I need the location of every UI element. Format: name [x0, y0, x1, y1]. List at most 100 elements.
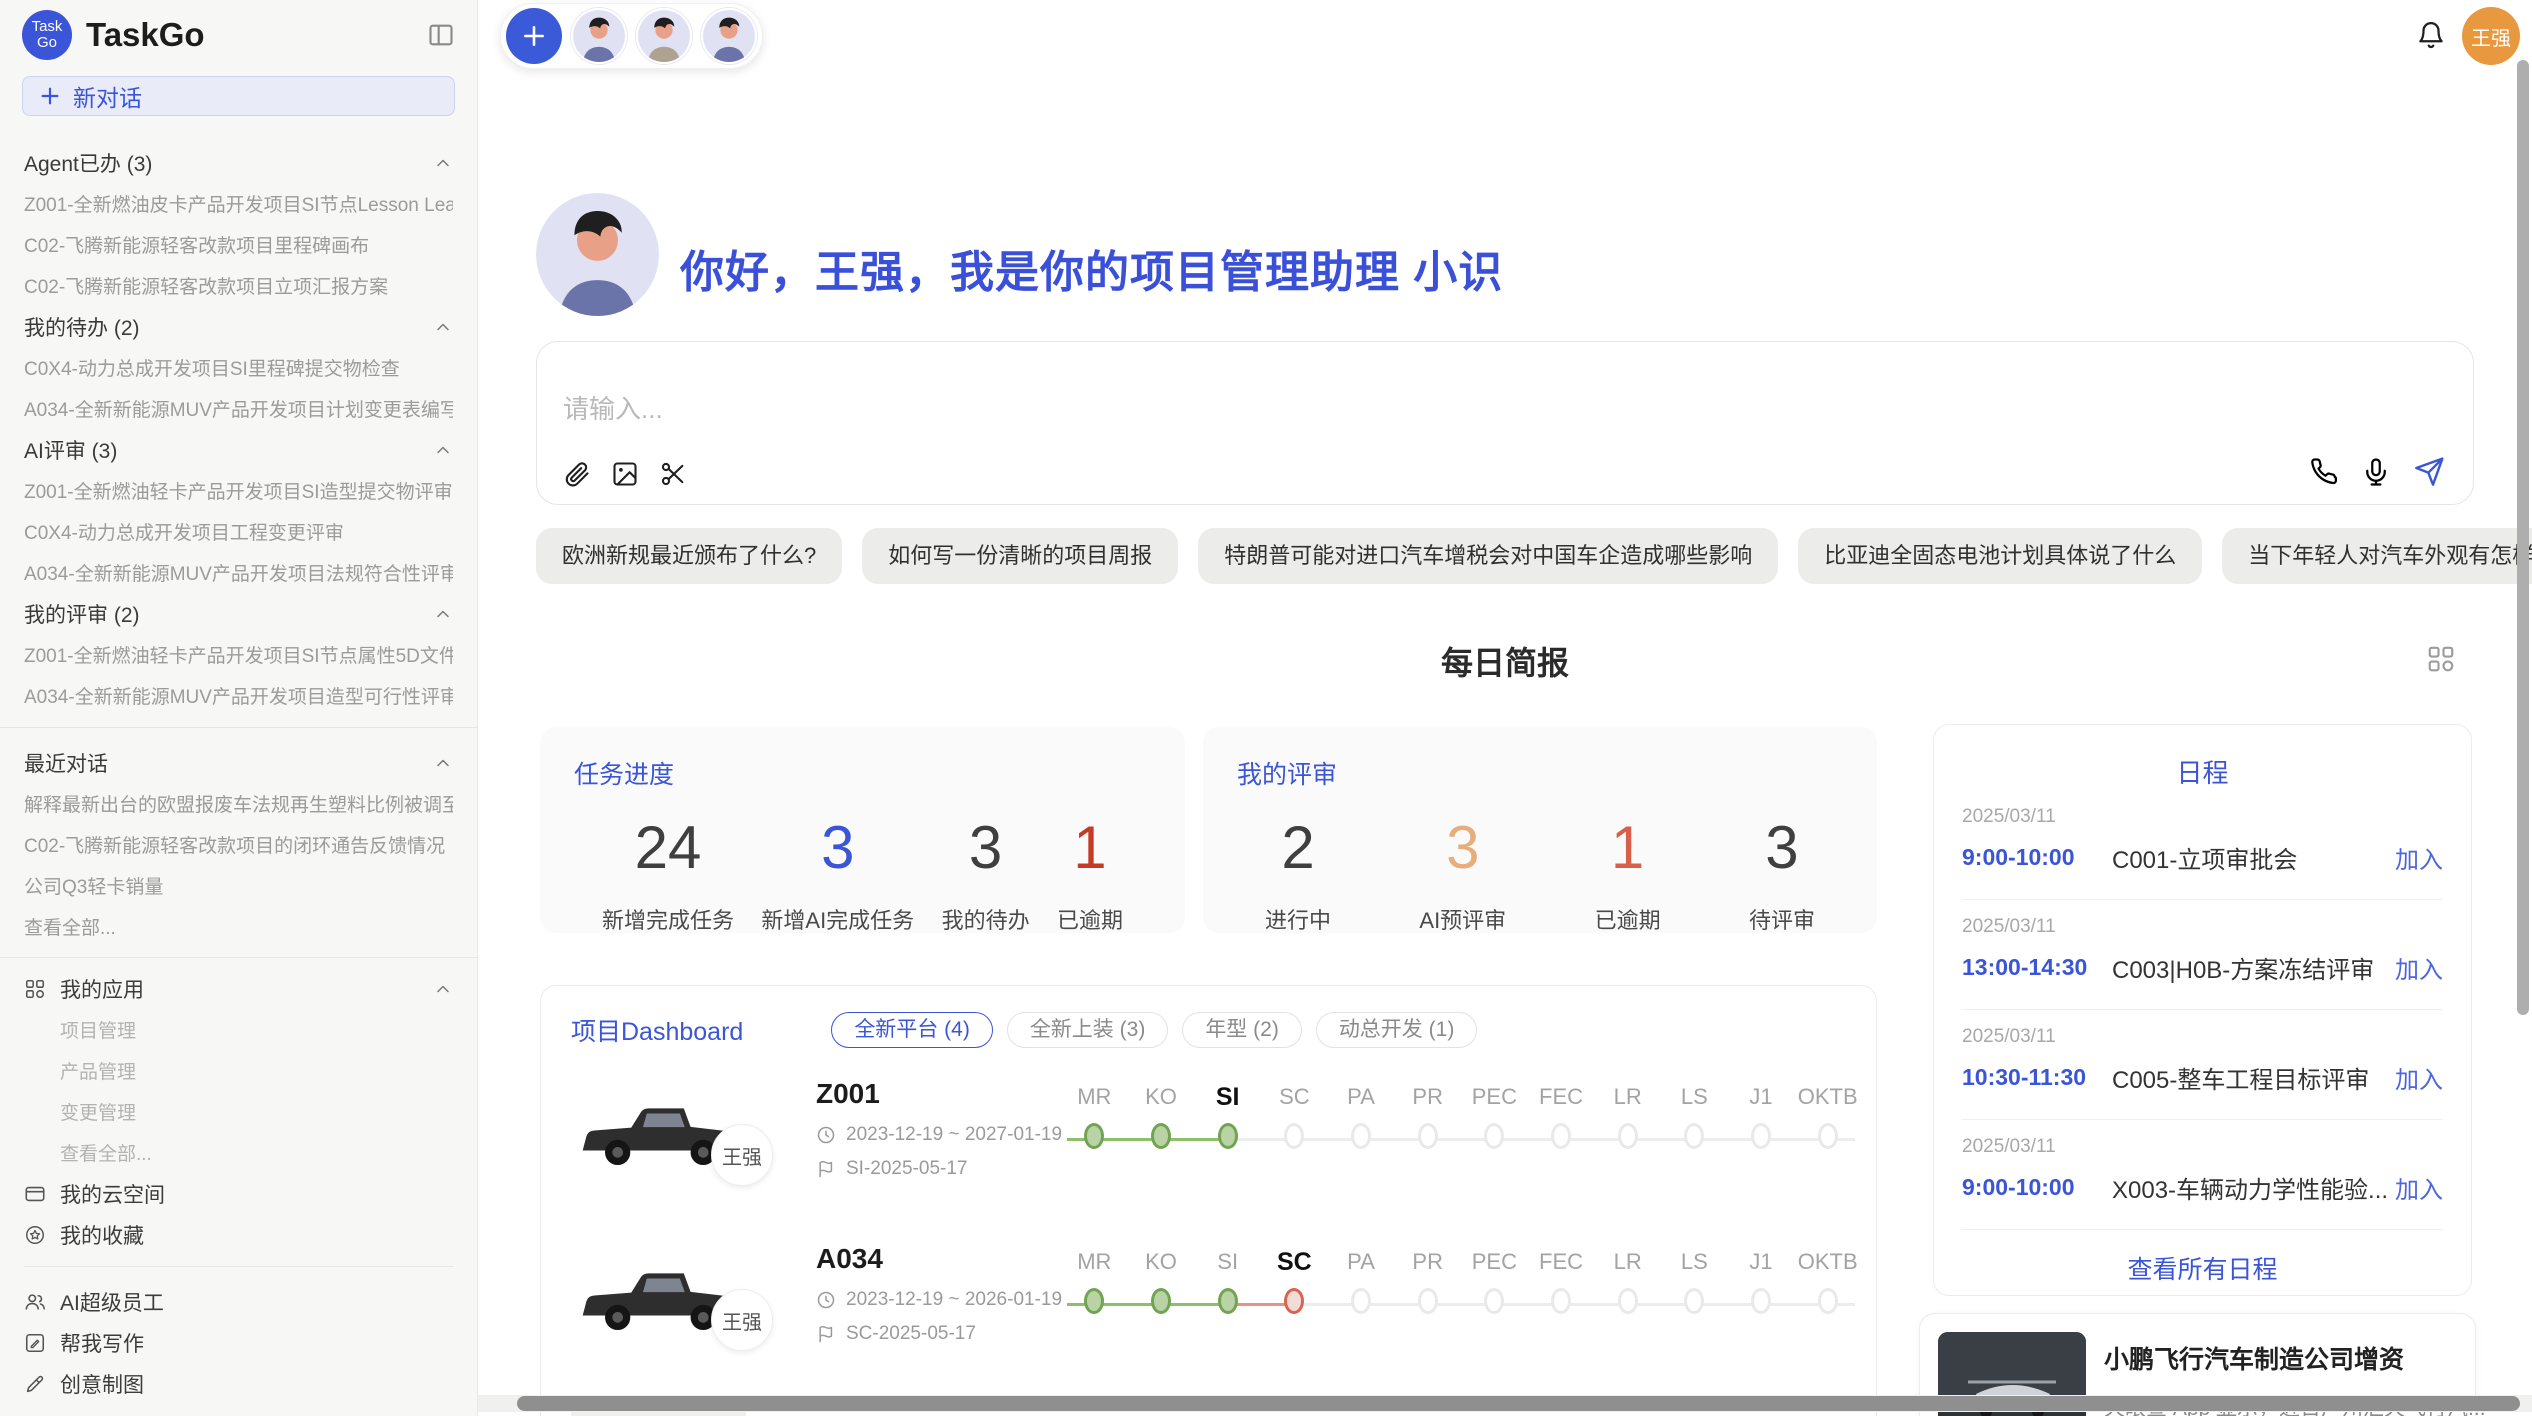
- sidebar-item-cloud-space[interactable]: 我的云空间: [24, 1173, 453, 1214]
- milestone-node: [1084, 1288, 1104, 1314]
- voice-call-icon[interactable]: [2309, 457, 2339, 487]
- suggestion-chips: 欧洲新规最近颁布了什么? 如何写一份清晰的项目周报 特朗普可能对进口汽车增税会对…: [536, 528, 2532, 584]
- new-chat-button[interactable]: 新对话: [22, 76, 455, 116]
- agent-avatar[interactable]: [701, 8, 757, 64]
- pen-icon: [24, 1373, 46, 1395]
- suggestion-chip[interactable]: 当下年轻人对汽车外观有怎样的喜好趋势: [2222, 528, 2532, 584]
- stat-review-overdue: 1 已逾期: [1595, 815, 1661, 935]
- tab-new-platform[interactable]: 全新平台 (4): [831, 1012, 993, 1048]
- add-agent-button[interactable]: [506, 8, 562, 64]
- task-item[interactable]: C0X4-动力总成开发项目工程变更评审: [24, 511, 453, 552]
- suggestion-chip[interactable]: 欧洲新规最近颁布了什么?: [536, 528, 842, 584]
- milestone-ls: LS: [1661, 1082, 1728, 1149]
- milestone-node: [1618, 1123, 1638, 1149]
- insert-image-icon[interactable]: [611, 460, 639, 488]
- notification-bell-icon[interactable]: [2416, 20, 2446, 50]
- project-row[interactable]: 王强 Z001 2023-12-19 ~ 2027-01-19 SI-2025-…: [569, 1072, 1848, 1227]
- project-owner-avatar: 王强: [711, 1289, 773, 1351]
- recent-chat-item[interactable]: 公司Q3轻卡销量: [24, 865, 453, 906]
- horizontal-scrollbar[interactable]: [517, 1396, 2520, 1411]
- task-item[interactable]: C02-飞腾新能源轻客改款项目立项汇报方案: [24, 265, 453, 306]
- recent-chat-item[interactable]: C02-飞腾新能源轻客改款项目的闭环通告反馈情况: [24, 824, 453, 865]
- agent-avatar[interactable]: [571, 8, 627, 64]
- task-item[interactable]: A034-全新新能源MUV产品开发项目法规符合性评审: [24, 552, 453, 593]
- project-row[interactable]: 王强 A034 2023-12-19 ~ 2026-01-19 SC-2025-…: [569, 1237, 1848, 1392]
- schedule-item: 2025/03/11 9:00-10:00 X003-车辆动力学性能验... 加…: [1962, 1120, 2443, 1230]
- app-item-change-mgmt[interactable]: 变更管理: [24, 1091, 453, 1132]
- sidebar-item-help-write[interactable]: 帮我写作: [24, 1322, 453, 1363]
- schedule-date: 2025/03/11: [1962, 1026, 2443, 1048]
- suggestion-chip[interactable]: 如何写一份清晰的项目周报: [862, 528, 1178, 584]
- task-item[interactable]: C0X4-动力总成开发项目SI里程碑提交物检查: [24, 347, 453, 388]
- main-area: 王强 你好，王强，我是你的项目管理助理 小识 欧洲新规最近颁布了什么? 如何写一…: [478, 0, 2532, 1416]
- user-avatar[interactable]: 王强: [2462, 7, 2520, 65]
- join-link[interactable]: 加入: [2395, 1170, 2443, 1205]
- section-my-todo[interactable]: 我的待办 (2): [24, 306, 453, 347]
- chevron-up-icon: [433, 979, 453, 999]
- sidebar-item-ai-staff[interactable]: AI超级员工: [24, 1281, 453, 1322]
- suggestion-chip[interactable]: 特朗普可能对进口汽车增税会对中国车企造成哪些影响: [1198, 528, 1778, 584]
- milestone-ko: KO: [1128, 1082, 1195, 1149]
- milestone-pr: PR: [1394, 1082, 1461, 1149]
- microphone-icon[interactable]: [2361, 457, 2391, 487]
- task-item[interactable]: Z001-全新燃油轻卡产品开发项目SI造型提交物评审: [24, 470, 453, 511]
- sidebar-item-favorites[interactable]: 我的收藏: [24, 1214, 453, 1255]
- section-ai-review[interactable]: AI评审 (3): [24, 429, 453, 470]
- join-link[interactable]: 加入: [2395, 950, 2443, 985]
- milestone-node: [1818, 1123, 1838, 1149]
- dashboard-tabs: 全新平台 (4) 全新上装 (3) 年型 (2) 动总开发 (1): [831, 1012, 1477, 1048]
- recent-view-all[interactable]: 查看全部...: [24, 906, 453, 947]
- project-milestone-date: SI-2025-05-17: [816, 1158, 967, 1180]
- app-item-product-mgmt[interactable]: 产品管理: [24, 1050, 453, 1091]
- screenshot-scissors-icon[interactable]: [659, 460, 687, 488]
- milestone-node: [1751, 1123, 1771, 1149]
- divider: [0, 727, 477, 728]
- app-item-project-mgmt[interactable]: 项目管理: [24, 1009, 453, 1050]
- vertical-scrollbar[interactable]: [2517, 60, 2529, 1015]
- tab-model-year[interactable]: 年型 (2): [1182, 1012, 1302, 1048]
- recent-chat-item[interactable]: 解释最新出台的欧盟报废车法规再生塑料比例被调至15%...: [24, 783, 453, 824]
- clock-icon: [816, 1125, 836, 1145]
- section-my-review[interactable]: 我的评审 (2): [24, 593, 453, 634]
- section-recent-chats[interactable]: 最近对话: [24, 742, 453, 783]
- agent-avatar[interactable]: [636, 8, 692, 64]
- milestone-fec: FEC: [1528, 1247, 1595, 1314]
- schedule-card: 日程 2025/03/11 9:00-10:00 C001-立项审批会 加入 2…: [1933, 724, 2472, 1296]
- milestone-node: [1351, 1288, 1371, 1314]
- card-title: 任务进度: [574, 755, 1151, 791]
- app-logo: Task Go: [22, 10, 72, 60]
- join-link[interactable]: 加入: [2395, 840, 2443, 875]
- tab-new-body[interactable]: 全新上装 (3): [1007, 1012, 1169, 1048]
- send-icon[interactable]: [2413, 456, 2445, 488]
- app-item-view-all[interactable]: 查看全部...: [24, 1132, 453, 1173]
- schedule-item: 2025/03/11 9:00-10:00 C001-立项审批会 加入: [1962, 790, 2443, 900]
- project-milestone-date: SC-2025-05-17: [816, 1323, 976, 1345]
- milestone-node: [1151, 1123, 1171, 1149]
- milestone-j1: J1: [1728, 1247, 1795, 1314]
- task-item[interactable]: A034-全新新能源MUV产品开发项目计划变更表编写: [24, 388, 453, 429]
- project-owner-avatar: 王强: [711, 1124, 773, 1186]
- view-all-schedule-link[interactable]: 查看所有日程: [1962, 1250, 2443, 1286]
- milestone-si: SI: [1194, 1247, 1261, 1314]
- task-item[interactable]: Z001-全新燃油轻卡产品开发项目SI节点属性5D文件评审: [24, 634, 453, 675]
- briefing-layout-icon[interactable]: [2426, 644, 2456, 674]
- suggestion-chip[interactable]: 比亚迪全固态电池计划具体说了什么: [1798, 528, 2202, 584]
- chat-input[interactable]: [563, 394, 1963, 425]
- project-dashboard-card: 项目Dashboard 全新平台 (4) 全新上装 (3) 年型 (2) 动总开…: [540, 985, 1877, 1416]
- project-name: A034: [816, 1243, 883, 1275]
- sidebar-item-my-apps[interactable]: 我的应用: [24, 968, 453, 1009]
- schedule-event-title: X003-车辆动力学性能验...: [2112, 1170, 2395, 1205]
- attach-file-icon[interactable]: [563, 460, 591, 488]
- sidebar-collapse-icon[interactable]: [427, 21, 455, 49]
- sidebar-item-creative-draw[interactable]: 创意制图: [24, 1363, 453, 1404]
- task-item[interactable]: Z001-全新燃油皮卡产品开发项目SI节点Lesson Learn报告: [24, 183, 453, 224]
- section-agent-done[interactable]: Agent已办 (3): [24, 142, 453, 183]
- chevron-up-icon: [433, 604, 453, 624]
- schedule-time: 9:00-10:00: [1962, 1174, 2112, 1201]
- join-link[interactable]: 加入: [2395, 1060, 2443, 1095]
- task-item[interactable]: A034-全新新能源MUV产品开发项目造型可行性评审: [24, 675, 453, 716]
- schedule-event-title: C003|H0B-方案冻结评审: [2112, 950, 2395, 985]
- task-item[interactable]: C02-飞腾新能源轻客改款项目里程碑画布: [24, 224, 453, 265]
- milestone-node: [1484, 1288, 1504, 1314]
- tab-powertrain[interactable]: 动总开发 (1): [1316, 1012, 1478, 1048]
